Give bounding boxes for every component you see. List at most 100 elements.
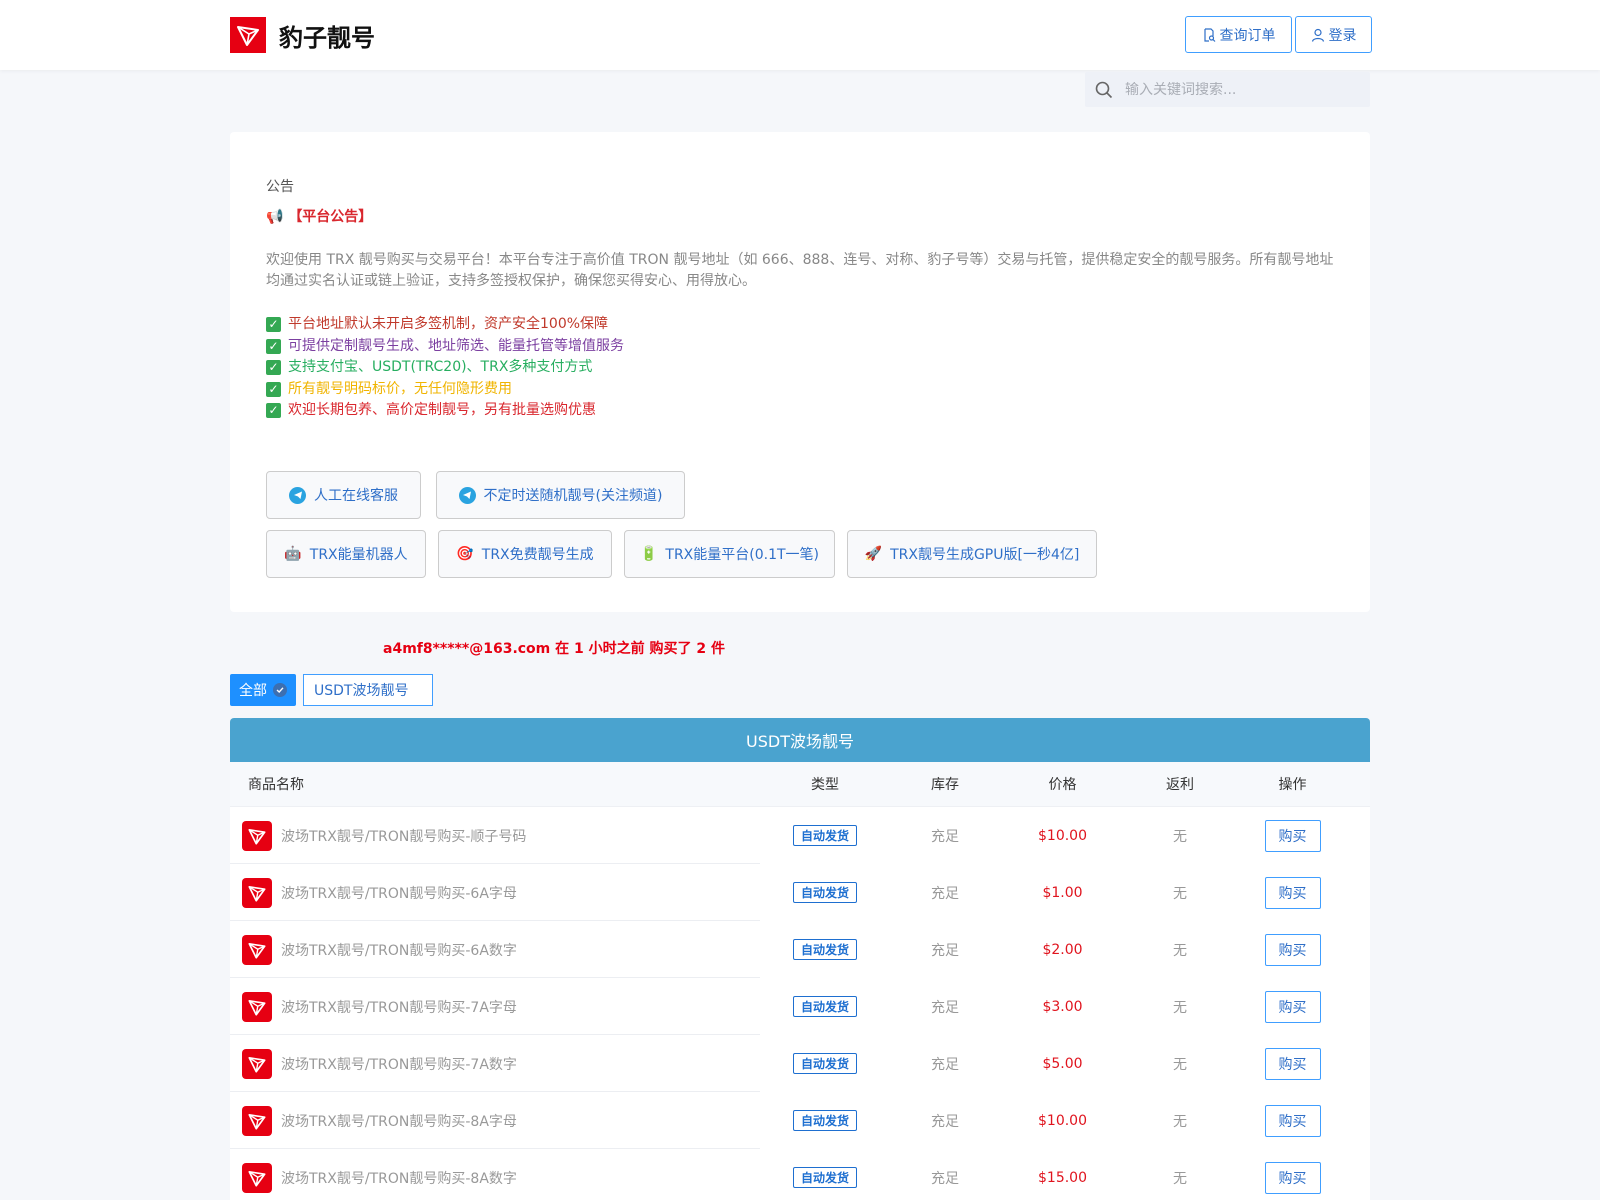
action-cell: 购买 <box>1235 933 1350 966</box>
action-cell: 购买 <box>1235 1104 1350 1137</box>
auto-delivery-badge: 自动发货 <box>792 1110 857 1131</box>
stock-cell: 充足 <box>931 885 959 902</box>
list-item: ✓ 支持支付宝、USDT(TRC20)、TRX多种支付方式 <box>266 357 624 379</box>
price-cell: $3.00 <box>1042 998 1083 1015</box>
search-icon <box>1095 81 1113 98</box>
buy-button[interactable]: 购买 <box>1264 990 1321 1023</box>
product-name[interactable]: 波场TRX靓号/TRON靓号购买-7A字母 <box>281 997 517 1017</box>
list-item: ✓ 所有靓号明码标价，无任何隐形费用 <box>266 379 624 401</box>
price-cell: $10.00 <box>1038 1112 1087 1129</box>
price-cell: $15.00 <box>1038 1169 1087 1186</box>
table-row: 波场TRX靓号/TRON靓号购买-6A数字 自动发货 充足 $2.00 无 购买 <box>230 921 1370 978</box>
rebate-cell: 无 <box>1173 942 1187 959</box>
auto-delivery-badge: 自动发货 <box>792 882 857 903</box>
check-circle-icon <box>273 683 287 697</box>
product-name[interactable]: 波场TRX靓号/TRON靓号购买-顺子号码 <box>281 826 526 846</box>
table-row: 波场TRX靓号/TRON靓号购买-6A字母 自动发货 充足 $1.00 无 购买 <box>230 864 1370 921</box>
rebate-cell: 无 <box>1173 1170 1187 1187</box>
product-name-cell: 波场TRX靓号/TRON靓号购买-顺子号码 <box>230 820 760 851</box>
search-box <box>1085 72 1370 107</box>
product-name[interactable]: 波场TRX靓号/TRON靓号购买-8A数字 <box>281 1168 517 1188</box>
action-cell: 购买 <box>1235 990 1350 1023</box>
tron-logo-icon <box>242 1105 272 1136</box>
list-item: ✓ 平台地址默认未开启多签机制，资产安全100%保障 <box>266 314 624 336</box>
stock-cell: 充足 <box>931 942 959 959</box>
login-label: 登录 <box>1328 27 1357 44</box>
tron-logo-icon <box>242 934 272 965</box>
action-cell: 购买 <box>1235 876 1350 909</box>
table-row: 波场TRX靓号/TRON靓号购买-顺子号码 自动发货 充足 $10.00 无 购… <box>230 807 1370 864</box>
product-name-cell: 波场TRX靓号/TRON靓号购买-6A字母 <box>230 877 760 908</box>
buy-button[interactable]: 购买 <box>1264 933 1321 966</box>
product-name[interactable]: 波场TRX靓号/TRON靓号购买-6A数字 <box>281 940 517 960</box>
buy-button[interactable]: 购买 <box>1264 1047 1321 1080</box>
free-generator-button[interactable]: 🎯 TRX免费靓号生成 <box>438 530 612 578</box>
buy-button[interactable]: 购买 <box>1264 1161 1321 1194</box>
telegram-icon <box>289 486 306 504</box>
search-input[interactable] <box>1125 81 1355 98</box>
rocket-icon: 🚀 <box>864 546 883 562</box>
energy-platform-label: TRX能量平台(0.1T一笔) <box>665 547 820 563</box>
stock-cell: 充足 <box>931 999 959 1016</box>
online-support-button[interactable]: 人工在线客服 <box>266 471 421 519</box>
check-mark-icon: ✓ <box>266 403 281 419</box>
buy-button[interactable]: 购买 <box>1264 876 1321 909</box>
table-row: 波场TRX靓号/TRON靓号购买-8A字母 自动发货 充足 $10.00 无 购… <box>230 1092 1370 1149</box>
table-title: USDT波场靓号 <box>230 718 1370 762</box>
energy-robot-button[interactable]: 🤖 TRX能量机器人 <box>266 530 426 578</box>
tron-logo-icon <box>242 991 272 1022</box>
brand-name: 豹子靓号 <box>279 23 375 52</box>
free-number-channel-button[interactable]: 不定时送随机靓号(关注频道) <box>436 471 685 519</box>
list-item: ✓ 欢迎长期包养、高价定制靓号，另有批量选购优惠 <box>266 400 624 422</box>
megaphone-icon: 📢 <box>266 209 284 225</box>
check-mark-icon: ✓ <box>266 338 281 354</box>
telegram-icon <box>458 486 476 504</box>
table-row: 波场TRX靓号/TRON靓号购买-8A数字 自动发货 充足 $15.00 无 购… <box>230 1149 1370 1200</box>
rebate-cell: 无 <box>1173 1056 1187 1073</box>
rebate-cell: 无 <box>1173 1113 1187 1130</box>
login-button[interactable]: 登录 <box>1295 16 1372 53</box>
check-mark-icon: ✓ <box>266 381 281 397</box>
product-name[interactable]: 波场TRX靓号/TRON靓号购买-6A字母 <box>281 883 517 903</box>
type-cell: 自动发货 <box>760 939 890 960</box>
type-cell: 自动发货 <box>760 825 890 846</box>
list-item-text: 支持支付宝、USDT(TRC20)、TRX多种支付方式 <box>288 359 593 375</box>
product-name[interactable]: 波场TRX靓号/TRON靓号购买-8A字母 <box>281 1111 517 1131</box>
check-mark-icon: ✓ <box>266 317 281 333</box>
action-cell: 购买 <box>1235 1047 1350 1080</box>
free-generator-label: TRX免费靓号生成 <box>481 547 594 563</box>
tron-logo-icon <box>242 1048 272 1079</box>
auto-delivery-badge: 自动发货 <box>792 1053 857 1074</box>
product-name-cell: 波场TRX靓号/TRON靓号购买-6A数字 <box>230 934 760 965</box>
tron-logo-icon <box>242 1162 272 1193</box>
table-body: 波场TRX靓号/TRON靓号购买-顺子号码 自动发货 充足 $10.00 无 购… <box>230 807 1370 1200</box>
tab-usdt[interactable]: USDT波场靓号 <box>303 674 433 706</box>
price-cell: $10.00 <box>1038 827 1087 844</box>
tab-all[interactable]: 全部 <box>230 674 296 706</box>
action-cell: 购买 <box>1235 819 1350 852</box>
auto-delivery-badge: 自动发货 <box>792 1167 857 1188</box>
price-cell: $2.00 <box>1042 941 1083 958</box>
list-item-text: 可提供定制靓号生成、地址筛选、能量托管等增值服务 <box>288 337 624 354</box>
auto-delivery-badge: 自动发货 <box>792 825 857 846</box>
stock-cell: 充足 <box>931 828 959 845</box>
product-name[interactable]: 波场TRX靓号/TRON靓号购买-7A数字 <box>281 1054 517 1074</box>
brand[interactable]: 豹子靓号 <box>230 17 375 53</box>
buy-button[interactable]: 购买 <box>1264 1104 1321 1137</box>
type-cell: 自动发货 <box>760 1167 890 1188</box>
document-search-icon <box>1203 27 1215 42</box>
column-header: 返利 <box>1166 777 1194 793</box>
gpu-generator-button[interactable]: 🚀 TRX靓号生成GPU版[一秒4亿] <box>847 530 1097 578</box>
buy-button[interactable]: 购买 <box>1264 819 1321 852</box>
product-name-cell: 波场TRX靓号/TRON靓号购买-7A字母 <box>230 991 760 1022</box>
announcement-label: 公告 <box>266 179 294 195</box>
energy-platform-button[interactable]: 🔋 TRX能量平台(0.1T一笔) <box>624 530 835 578</box>
announcement-title: 📢 【平台公告】 <box>266 206 372 226</box>
check-mark-icon: ✓ <box>266 360 281 376</box>
list-item: ✓ 可提供定制靓号生成、地址筛选、能量托管等增值服务 <box>266 336 624 358</box>
gpu-generator-label: TRX靓号生成GPU版[一秒4亿] <box>890 547 1080 563</box>
battery-icon: 🔋 <box>639 546 658 562</box>
query-order-button[interactable]: 查询订单 <box>1185 16 1292 53</box>
type-cell: 自动发货 <box>760 996 890 1017</box>
purchase-ticker: a4mf8*****@163.com 在 1 小时之前 购买了 2 件 <box>383 641 725 657</box>
